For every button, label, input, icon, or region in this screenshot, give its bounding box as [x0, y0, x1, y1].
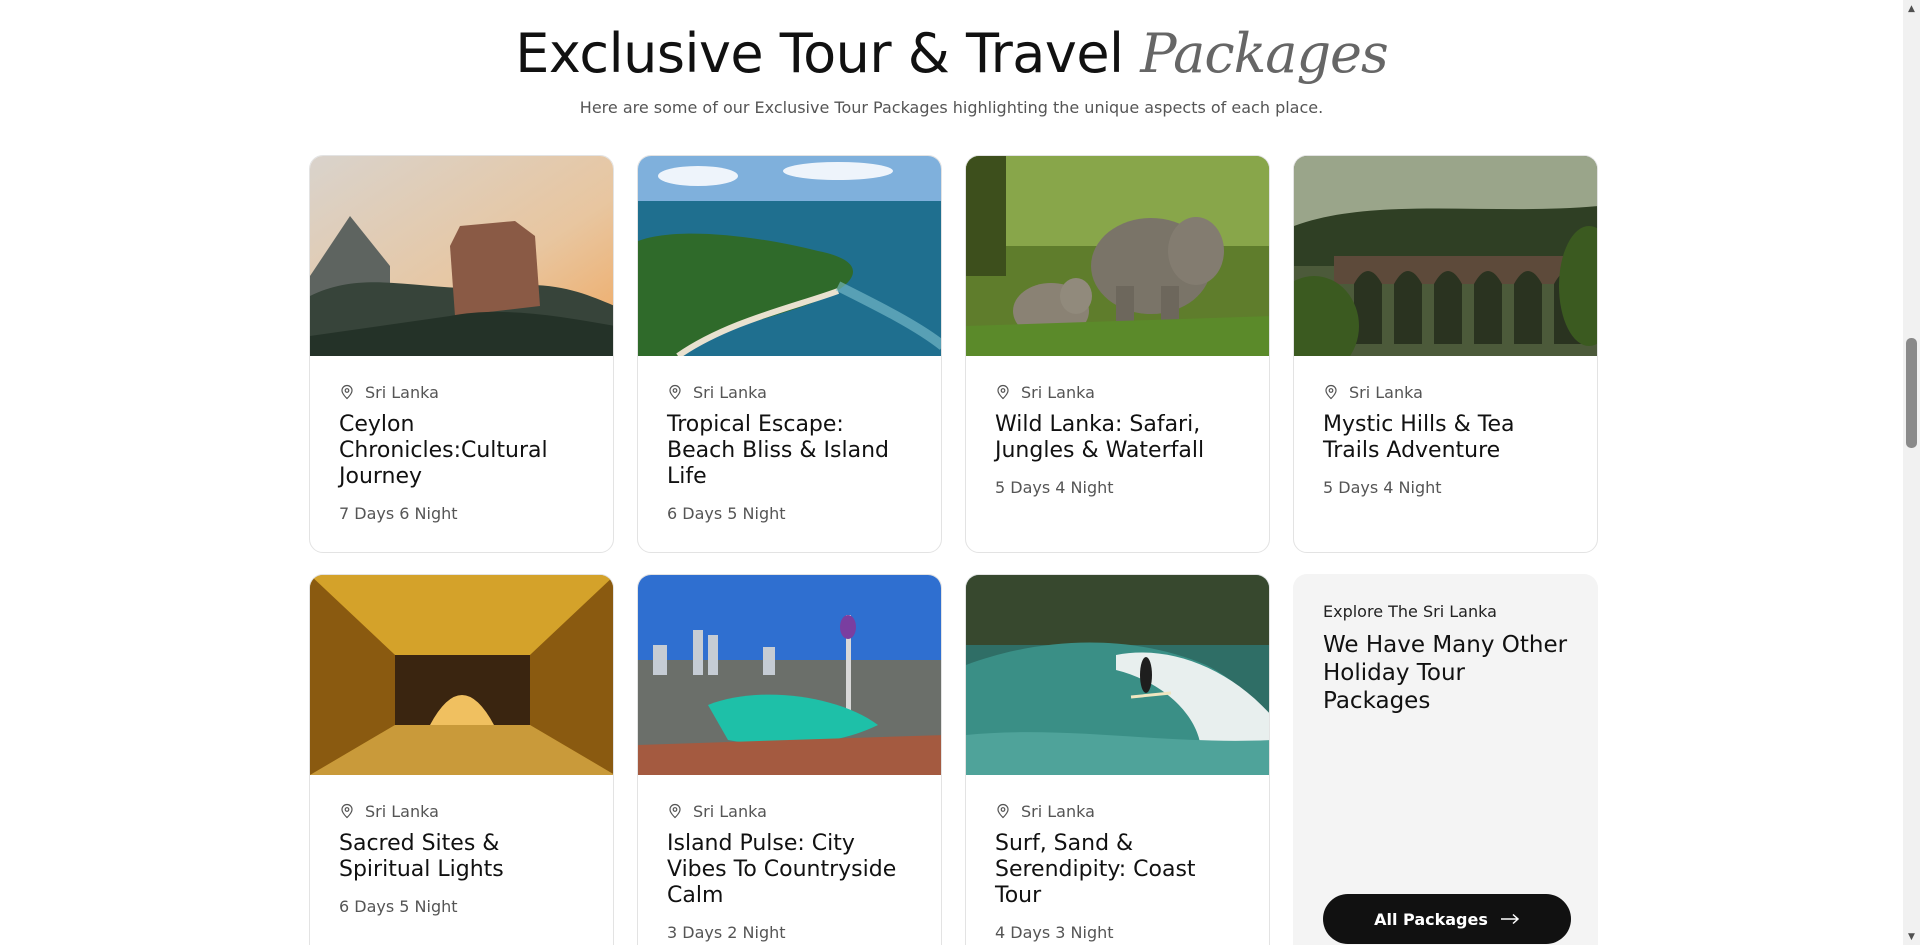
location-pin-icon	[341, 384, 353, 400]
location-label: Sri Lanka	[339, 801, 585, 821]
package-title[interactable]: Wild Lanka: Safari, Jungles & Waterfall	[995, 412, 1241, 464]
package-card[interactable]: Sri Lanka Sacred Sites & Spiritual Light…	[309, 574, 614, 945]
location-pin-icon	[997, 384, 1009, 400]
location-label: Sri Lanka	[667, 801, 913, 821]
location-text: Sri Lanka	[1021, 382, 1095, 402]
location-label: Sri Lanka	[995, 382, 1241, 402]
package-duration: 6 Days 5 Night	[667, 504, 786, 523]
section-subtitle: Here are some of our Exclusive Tour Pack…	[579, 98, 1324, 117]
golden-temple-image[interactable]	[310, 575, 613, 775]
package-title[interactable]: Surf, Sand & Serendipity: Coast Tour	[995, 831, 1241, 909]
package-title[interactable]: Tropical Escape: Beach Bliss & Island Li…	[667, 412, 913, 490]
title-italic: Packages	[1140, 22, 1388, 85]
surfer-wave-image[interactable]	[966, 575, 1269, 775]
location-text: Sri Lanka	[1349, 382, 1423, 402]
location-label: Sri Lanka	[339, 382, 585, 402]
title-main: Exclusive Tour & Travel	[515, 22, 1124, 85]
location-text: Sri Lanka	[693, 801, 767, 821]
location-label: Sri Lanka	[995, 801, 1241, 821]
arrow-right-icon	[1500, 913, 1519, 925]
scroll-up-icon[interactable]: ▲	[1903, 0, 1920, 17]
package-card[interactable]: Sri Lanka Mystic Hills & Tea Trails Adve…	[1293, 155, 1598, 553]
location-label: Sri Lanka	[667, 382, 913, 402]
location-label: Sri Lanka	[1323, 382, 1569, 402]
vertical-scrollbar[interactable]: ▲ ▼	[1903, 0, 1920, 945]
all-packages-button[interactable]: All Packages	[1323, 894, 1571, 944]
city-skyline-image[interactable]	[638, 575, 941, 775]
package-title[interactable]: Island Pulse: City Vibes To Countryside …	[667, 831, 913, 909]
package-duration: 7 Days 6 Night	[339, 504, 458, 523]
package-card[interactable]: Sri Lanka Tropical Escape: Beach Bliss &…	[637, 155, 942, 553]
package-duration: 3 Days 2 Night	[667, 923, 786, 942]
package-duration: 4 Days 3 Night	[995, 923, 1114, 942]
cta-eyebrow: Explore The Sri Lanka	[1323, 602, 1497, 621]
package-card[interactable]: Sri Lanka Ceylon Chronicles:Cultural Jou…	[309, 155, 614, 553]
arch-bridge-image[interactable]	[1294, 156, 1597, 356]
package-duration: 5 Days 4 Night	[1323, 478, 1442, 497]
package-title[interactable]: Ceylon Chronicles:Cultural Journey	[339, 412, 585, 490]
location-text: Sri Lanka	[1021, 801, 1095, 821]
location-text: Sri Lanka	[365, 382, 439, 402]
packages-grid: Sri Lanka Ceylon Chronicles:Cultural Jou…	[309, 155, 1598, 945]
scrollbar-thumb[interactable]	[1906, 338, 1917, 448]
package-duration: 5 Days 4 Night	[995, 478, 1114, 497]
location-pin-icon	[669, 803, 681, 819]
package-title[interactable]: Sacred Sites & Spiritual Lights	[339, 831, 585, 883]
package-title[interactable]: Mystic Hills & Tea Trails Adventure	[1323, 412, 1569, 464]
location-pin-icon	[1325, 384, 1337, 400]
package-card[interactable]: Sri Lanka Wild Lanka: Safari, Jungles & …	[965, 155, 1270, 553]
location-pin-icon	[669, 384, 681, 400]
all-packages-label: All Packages	[1374, 909, 1488, 929]
package-duration: 6 Days 5 Night	[339, 897, 458, 916]
cta-title: We Have Many Other Holiday Tour Packages	[1323, 632, 1568, 714]
location-text: Sri Lanka	[365, 801, 439, 821]
tour-packages-section: Exclusive Tour & Travel Packages Here ar…	[0, 0, 1903, 945]
location-pin-icon	[341, 803, 353, 819]
package-card[interactable]: Sri Lanka Surf, Sand & Serendipity: Coas…	[965, 574, 1270, 945]
package-card[interactable]: Sri Lanka Island Pulse: City Vibes To Co…	[637, 574, 942, 945]
elephants-image[interactable]	[966, 156, 1269, 356]
location-text: Sri Lanka	[693, 382, 767, 402]
island-coast-image[interactable]	[638, 156, 941, 356]
section-title: Exclusive Tour & Travel Packages	[0, 22, 1903, 86]
explore-more-card: Explore The Sri Lanka We Have Many Other…	[1293, 574, 1598, 945]
location-pin-icon	[997, 803, 1009, 819]
rock-fortress-image[interactable]	[310, 156, 613, 356]
scroll-down-icon[interactable]: ▼	[1903, 928, 1920, 945]
section-heading: Exclusive Tour & Travel Packages Here ar…	[0, 22, 1903, 117]
